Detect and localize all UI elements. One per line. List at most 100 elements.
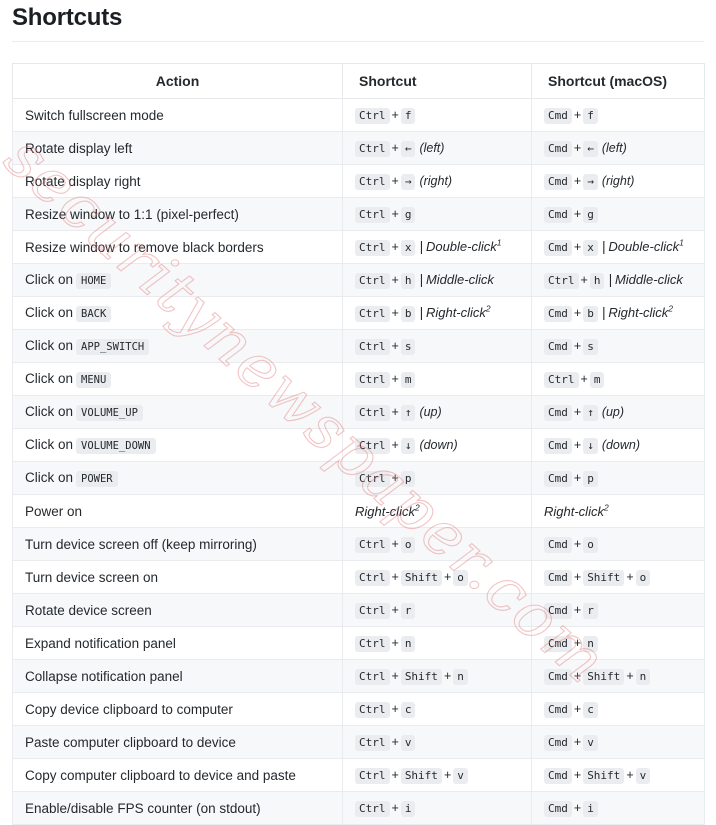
- key-chip: Ctrl: [355, 371, 390, 388]
- key-chip: f: [583, 107, 598, 124]
- cell-shortcut: Ctrl + o: [342, 527, 532, 561]
- table-row: Copy computer clipboard to device and pa…: [12, 758, 705, 792]
- key-chip: Shift: [400, 767, 442, 784]
- cell-shortcut-macos: Cmd + f: [531, 98, 705, 132]
- key-plus-separator: +: [391, 107, 399, 122]
- key-chip: Ctrl: [355, 734, 390, 751]
- cell-action: Expand notification panel: [12, 626, 343, 660]
- key-plus-separator: +: [580, 371, 588, 386]
- key-plus-separator: +: [391, 569, 399, 584]
- key-plus-separator: +: [391, 602, 399, 617]
- action-label: Resize window to 1:1 (pixel-perfect): [25, 206, 239, 222]
- key-chip: s: [400, 338, 416, 355]
- action-label: Click on: [25, 337, 74, 353]
- action-label: Click on: [25, 436, 74, 452]
- key-chip: v: [400, 734, 416, 751]
- alternative-separator: |: [601, 238, 606, 254]
- key-chip: Ctrl: [355, 767, 390, 784]
- key-plus-separator: +: [391, 305, 399, 320]
- key-chip: Shift: [583, 569, 625, 586]
- key-chip: Ctrl: [355, 107, 390, 124]
- key-chip: Cmd: [544, 569, 572, 586]
- cell-action: Click on MENU: [12, 362, 343, 396]
- cell-shortcut-macos: Right-click2: [531, 494, 705, 528]
- key-chip: n: [453, 668, 468, 685]
- key-plus-separator: +: [626, 668, 634, 683]
- key-plus-separator: +: [391, 338, 399, 353]
- alternative-separator: |: [419, 304, 423, 320]
- key-note-label: (right): [601, 173, 635, 188]
- table-row: Resize window to remove black borders Ctr…: [12, 230, 705, 264]
- key-plus-separator: +: [573, 305, 582, 320]
- key-note-label: (left): [419, 140, 445, 155]
- footnote-marker: 1: [496, 237, 502, 248]
- cell-shortcut-macos: Cmd + s: [531, 329, 705, 363]
- table-row: Click on MENU Ctrl + m Ctrl + m: [12, 362, 705, 396]
- key-chip: Cmd: [544, 206, 572, 223]
- cell-shortcut-macos: Cmd + b | Right-click2: [531, 296, 705, 330]
- cell-action: Click on VOLUME_UP: [12, 395, 343, 429]
- cell-shortcut-macos: Cmd + Shift + o: [531, 560, 705, 594]
- alternative-separator: |: [608, 271, 612, 287]
- mouse-action-label: Middle-click: [425, 271, 494, 287]
- cell-shortcut: Ctrl + Shift + n: [342, 659, 532, 693]
- key-plus-separator: +: [580, 272, 588, 287]
- footnote-marker: 1: [679, 237, 684, 248]
- mouse-action-label: Double-click1: [608, 237, 684, 254]
- cell-shortcut: Ctrl + f: [342, 98, 532, 132]
- action-label: Copy device clipboard to computer: [25, 701, 233, 717]
- cell-action: Click on POWER: [12, 461, 343, 495]
- action-label: Paste computer clipboard to device: [25, 734, 236, 750]
- cell-shortcut-macos: Cmd + g: [531, 197, 705, 231]
- cell-shortcut-macos: Cmd + r: [531, 593, 705, 627]
- cell-shortcut: Ctrl + ↓ (down): [342, 428, 532, 462]
- keycode-chip: VOLUME_UP: [76, 404, 143, 421]
- action-label: Resize window to remove black borders: [25, 239, 264, 255]
- key-chip: Cmd: [544, 734, 572, 751]
- cell-shortcut: Ctrl + n: [342, 626, 532, 660]
- key-chip: h: [400, 272, 416, 289]
- cell-shortcut: Right-click2: [342, 494, 532, 528]
- cell-action: Click on APP_SWITCH: [12, 329, 343, 363]
- cell-shortcut-macos: Cmd + → (right): [531, 164, 705, 198]
- key-chip: n: [400, 635, 416, 652]
- key-chip: Ctrl: [355, 602, 390, 619]
- cell-shortcut: Ctrl + ← (left): [342, 131, 532, 165]
- key-plus-separator: +: [391, 701, 399, 716]
- key-plus-separator: +: [391, 140, 399, 155]
- keycode-chip: MENU: [76, 371, 112, 388]
- mouse-action-label: Double-click1: [425, 237, 502, 254]
- key-chip: Cmd: [544, 338, 572, 355]
- key-chip: Ctrl: [355, 800, 390, 817]
- table-row: Switch fullscreen mode Ctrl + f Cmd + f: [12, 98, 705, 132]
- key-chip: p: [400, 470, 416, 487]
- cell-shortcut: Ctrl + Shift + o: [342, 560, 532, 594]
- key-plus-separator: +: [391, 800, 399, 815]
- key-plus-separator: +: [573, 404, 582, 419]
- key-note-label: (down): [419, 437, 458, 452]
- footnote-marker: 2: [485, 303, 491, 314]
- key-chip: v: [583, 734, 598, 751]
- key-chip: Ctrl: [355, 305, 390, 322]
- key-chip: c: [583, 701, 598, 718]
- key-plus-separator: +: [391, 371, 399, 386]
- key-chip: Shift: [400, 668, 442, 685]
- action-label: Enable/disable FPS counter (on stdout): [25, 800, 261, 816]
- key-chip: ←: [583, 140, 598, 157]
- alternative-separator: |: [419, 238, 423, 254]
- key-chip: Cmd: [544, 701, 572, 718]
- key-chip: Ctrl: [355, 470, 390, 487]
- table-header: Action Shortcut Shortcut (macOS): [12, 63, 705, 99]
- key-chip: s: [583, 338, 598, 355]
- cell-shortcut-macos: Cmd + ← (left): [531, 131, 705, 165]
- cell-shortcut: Ctrl + m: [342, 362, 532, 396]
- key-plus-separator: +: [573, 800, 582, 815]
- cell-shortcut: Ctrl + s: [342, 329, 532, 363]
- cell-shortcut-macos: Cmd + c: [531, 692, 705, 726]
- key-plus-separator: +: [626, 569, 634, 584]
- action-label: Switch fullscreen mode: [25, 107, 164, 123]
- key-plus-separator: +: [391, 173, 399, 188]
- key-plus-separator: +: [391, 404, 399, 419]
- table-row: Rotate display left Ctrl + ← (left) Cmd + ← (lef…: [12, 131, 705, 165]
- key-chip: p: [583, 470, 598, 487]
